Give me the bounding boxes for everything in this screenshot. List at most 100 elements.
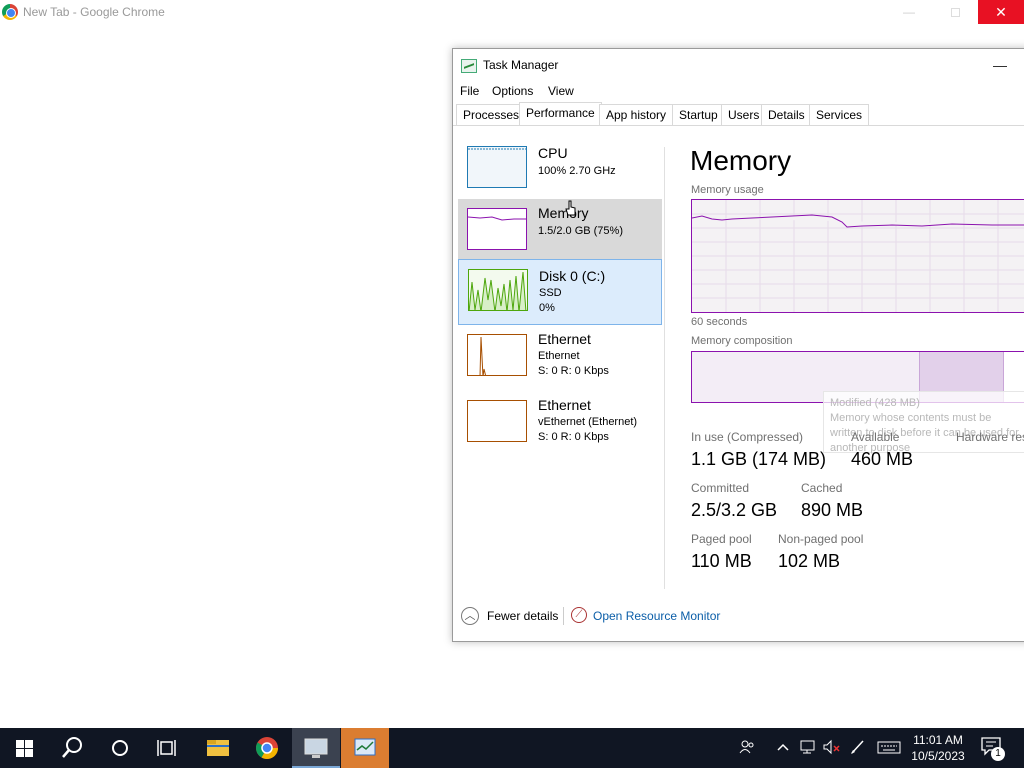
taskbar: 11:01 AM 10/5/2023 1 [0, 728, 1024, 768]
tab-services[interactable]: Services [809, 104, 870, 125]
search-icon [62, 737, 82, 758]
clock-date: 10/5/2023 [911, 749, 965, 763]
non-paged-pool-value: 102 MB [778, 551, 841, 571]
search-button[interactable] [48, 728, 96, 768]
chrome-maximize-button[interactable] [932, 0, 978, 24]
memory-thumbnail-svg [468, 216, 526, 221]
ethernet-thumbnail-svg [479, 336, 487, 375]
cached-label: Cached [801, 481, 843, 495]
menu-file[interactable]: File [460, 84, 479, 98]
cortana-button[interactable] [96, 728, 144, 768]
committed-value: 2.5/3.2 GB [691, 500, 778, 520]
resource-item-disk[interactable]: Disk 0 (C:) SSD 0% [458, 259, 662, 325]
cached-value: 890 MB [801, 500, 864, 520]
chrome-minimize-button[interactable]: — [886, 0, 932, 24]
cpu-thumbnail-svg [468, 148, 526, 150]
tab-details[interactable]: Details [761, 104, 812, 125]
file-explorer-button[interactable] [194, 728, 242, 768]
start-button[interactable] [0, 728, 48, 768]
tab-processes[interactable]: Processes [456, 104, 527, 125]
available-value: 460 MB [851, 449, 914, 469]
resource-type-disk: SSD [539, 287, 562, 299]
tab-users[interactable]: Users [721, 104, 767, 125]
clock-time: 11:01 AM [913, 733, 963, 747]
monitor-app-icon [304, 738, 328, 758]
task-view-button[interactable] [144, 728, 192, 768]
chrome-close-button[interactable]: ✕ [978, 0, 1024, 24]
task-view-icon [157, 740, 176, 756]
task-manager-title-bar[interactable]: Task Manager — [453, 49, 1024, 81]
task-manager-footer: ︿ Fewer details ⟋ Open Resource Monitor [453, 605, 1024, 639]
mouse-cursor [565, 200, 576, 216]
in-use-label: In use (Compressed) [691, 430, 804, 444]
cpu-thumbnail-graph [467, 146, 527, 188]
keyboard-icon[interactable] [877, 738, 901, 756]
task-manager-minimize-button[interactable]: — [993, 57, 1007, 73]
disk-thumbnail-svg [469, 271, 527, 310]
resource-adapter-ethernet: Ethernet [538, 350, 580, 362]
panel-divider [664, 147, 665, 589]
chrome-window-title: New Tab - Google Chrome [23, 5, 165, 19]
vethernet-thumbnail-graph [467, 400, 527, 442]
maximize-icon [950, 8, 960, 18]
task-manager-icon [461, 59, 477, 73]
resource-monitor-icon: ⟋ [571, 607, 587, 623]
memory-usage-graph [691, 199, 1024, 313]
resource-throughput-ethernet: S: 0 R: 0 Kbps [538, 365, 609, 377]
graph-grid [692, 200, 1024, 312]
open-resource-monitor-link[interactable]: Open Resource Monitor [593, 609, 720, 623]
system-clock[interactable]: 11:01 AM 10/5/2023 [902, 732, 974, 764]
resource-list: CPU 100% 2.70 GHz Memory 1.5/2.0 GB (75%… [453, 135, 665, 595]
tab-app-history[interactable]: App history [599, 104, 674, 125]
notification-count-badge: 1 [991, 747, 1005, 761]
app-taskbar-button[interactable] [292, 728, 340, 768]
pen-icon[interactable] [849, 738, 867, 756]
menu-view[interactable]: View [548, 84, 574, 98]
tooltip-title: Modified (428 MB) [830, 397, 920, 409]
resource-name-vethernet: Ethernet [538, 397, 591, 413]
resource-item-memory[interactable]: Memory 1.5/2.0 GB (75%) [458, 199, 662, 263]
paged-pool-label: Paged pool [691, 532, 752, 546]
cortana-icon [112, 740, 128, 756]
paged-pool-value: 110 MB [691, 551, 752, 571]
task-manager-taskbar-button[interactable] [341, 728, 389, 768]
chrome-icon [2, 4, 18, 20]
chevron-up-icon[interactable]: ︿ [461, 607, 479, 625]
panel-title: Memory [690, 145, 792, 176]
memory-thumbnail-graph [467, 208, 527, 250]
chevron-up-tray-icon[interactable] [776, 738, 790, 756]
resource-usage-disk: 0% [539, 302, 555, 314]
memory-usage-label: Memory usage [691, 184, 764, 196]
resource-item-ethernet[interactable]: Ethernet Ethernet S: 0 R: 0 Kbps [458, 325, 662, 391]
memory-usage-svg [692, 200, 1024, 312]
in-use-value: 1.1 GB (174 MB) [691, 449, 827, 469]
tab-performance[interactable]: Performance [519, 102, 602, 125]
resource-item-cpu[interactable]: CPU 100% 2.70 GHz [458, 139, 662, 203]
available-label: Available [851, 430, 900, 444]
memory-usage-line [692, 214, 1024, 228]
network-icon[interactable] [799, 738, 817, 756]
footer-separator [563, 607, 564, 625]
volume-muted-icon[interactable] [822, 738, 842, 756]
task-manager-title: Task Manager [483, 58, 559, 72]
resource-name-cpu: CPU [538, 145, 568, 161]
chrome-title-bar: New Tab - Google Chrome — ✕ [0, 0, 1024, 24]
menu-options[interactable]: Options [492, 84, 533, 98]
file-explorer-icon [207, 740, 229, 756]
resource-name-ethernet: Ethernet [538, 331, 591, 347]
tab-startup[interactable]: Startup [672, 104, 725, 125]
chrome-taskbar-button[interactable] [243, 728, 291, 768]
chrome-taskbar-icon [256, 737, 278, 759]
non-paged-pool-label: Non-paged pool [778, 532, 864, 546]
seconds-label: 60 seconds [691, 316, 748, 328]
resource-name-disk: Disk 0 (C:) [539, 268, 606, 284]
task-manager-window: Task Manager — File Options View Process… [452, 48, 1024, 642]
tab-strip: Processes Performance App history Startu… [453, 102, 1024, 126]
people-icon[interactable] [738, 738, 756, 756]
hardware-reserved-label: Hardware res [956, 430, 1024, 444]
resource-detail-memory: 1.5/2.0 GB (75%) [538, 225, 623, 237]
disk-thumbnail-graph [468, 269, 528, 311]
resource-detail-cpu: 100% 2.70 GHz [538, 165, 616, 177]
resource-item-vethernet[interactable]: Ethernet vEthernet (Ethernet) S: 0 R: 0 … [458, 391, 662, 457]
fewer-details-button[interactable]: Fewer details [487, 609, 558, 623]
